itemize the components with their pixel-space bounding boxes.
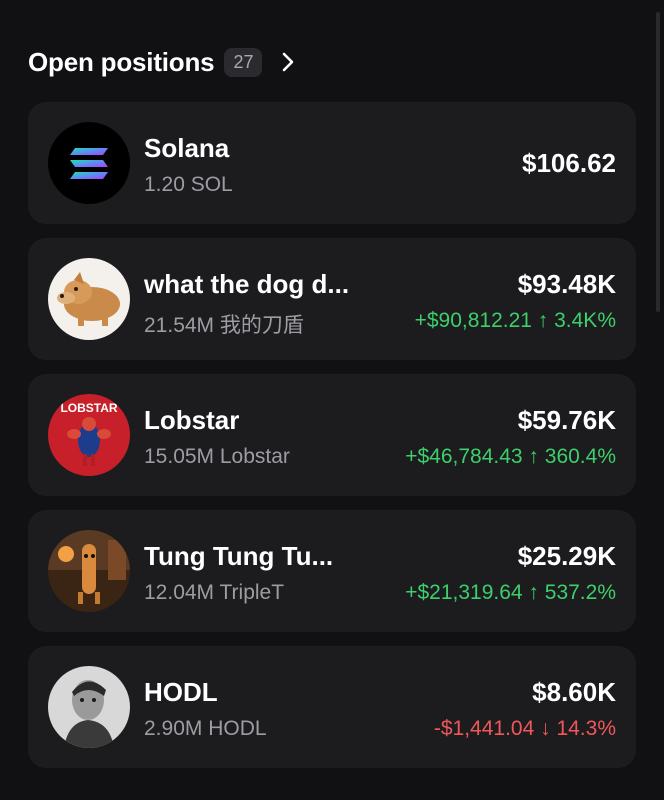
- section-title: Open positions: [28, 46, 215, 77]
- token-name: Tung Tung Tu...: [144, 541, 334, 571]
- token-amount: 12.04M TripleT: [144, 581, 285, 604]
- token-name: HODL: [144, 677, 218, 707]
- position-value: $8.60K: [532, 677, 616, 707]
- token-name: Solana: [144, 133, 230, 163]
- position-change: +$46,784.43 ↑ 360.4%: [405, 445, 616, 468]
- token-amount: 21.54M 我的刀盾: [144, 314, 304, 337]
- token-amount: 15.05M Lobstar: [144, 445, 290, 468]
- open-positions-header[interactable]: Open positions 27: [28, 40, 296, 84]
- position-card-lobstar[interactable]: LOBSTAR Lobstar 15.05M Lobstar $59.76K +…: [28, 374, 636, 496]
- position-value: $25.29K: [517, 541, 616, 571]
- token-name: Lobstar: [144, 405, 240, 435]
- position-value: $59.76K: [517, 405, 616, 435]
- positions-count-badge: 27: [224, 47, 263, 77]
- token-amount: 1.20 SOL: [144, 173, 233, 196]
- position-card-triplet[interactable]: Tung Tung Tu... 12.04M TripleT $25.29K +…: [28, 510, 636, 632]
- chevron-right-icon[interactable]: [280, 51, 296, 73]
- lobstar-token-avatar-icon: LOBSTAR: [48, 394, 130, 476]
- position-change: +$21,319.64 ↑ 537.2%: [405, 581, 616, 604]
- position-change: +$90,812.21 ↑ 3.4K%: [414, 309, 616, 332]
- position-card-dog[interactable]: what the dog d... 21.54M 我的刀盾 $93.48K +$…: [28, 238, 636, 360]
- svg-text:LOBSTAR: LOBSTAR: [60, 401, 117, 415]
- position-card-hodl[interactable]: HODL 2.90M HODL $8.60K -$1,441.04 ↓ 14.3…: [28, 646, 636, 768]
- token-name: what the dog d...: [144, 269, 350, 299]
- triplet-token-avatar-icon: [48, 530, 130, 612]
- position-value: $93.48K: [517, 269, 616, 299]
- position-card-solana[interactable]: Solana 1.20 SOL $106.62: [28, 102, 636, 224]
- token-amount: 2.90M HODL: [144, 717, 267, 740]
- positions-list: Solana 1.20 SOL $106.62 what the dog d..…: [28, 102, 636, 782]
- position-change: -$1,441.04 ↓ 14.3%: [433, 717, 616, 740]
- position-value: $106.62: [522, 148, 616, 178]
- solana-logo-icon: [48, 122, 130, 204]
- scrollbar[interactable]: [656, 12, 660, 312]
- dog-token-avatar-icon: [48, 258, 130, 340]
- hodl-token-avatar-icon: [48, 666, 130, 748]
